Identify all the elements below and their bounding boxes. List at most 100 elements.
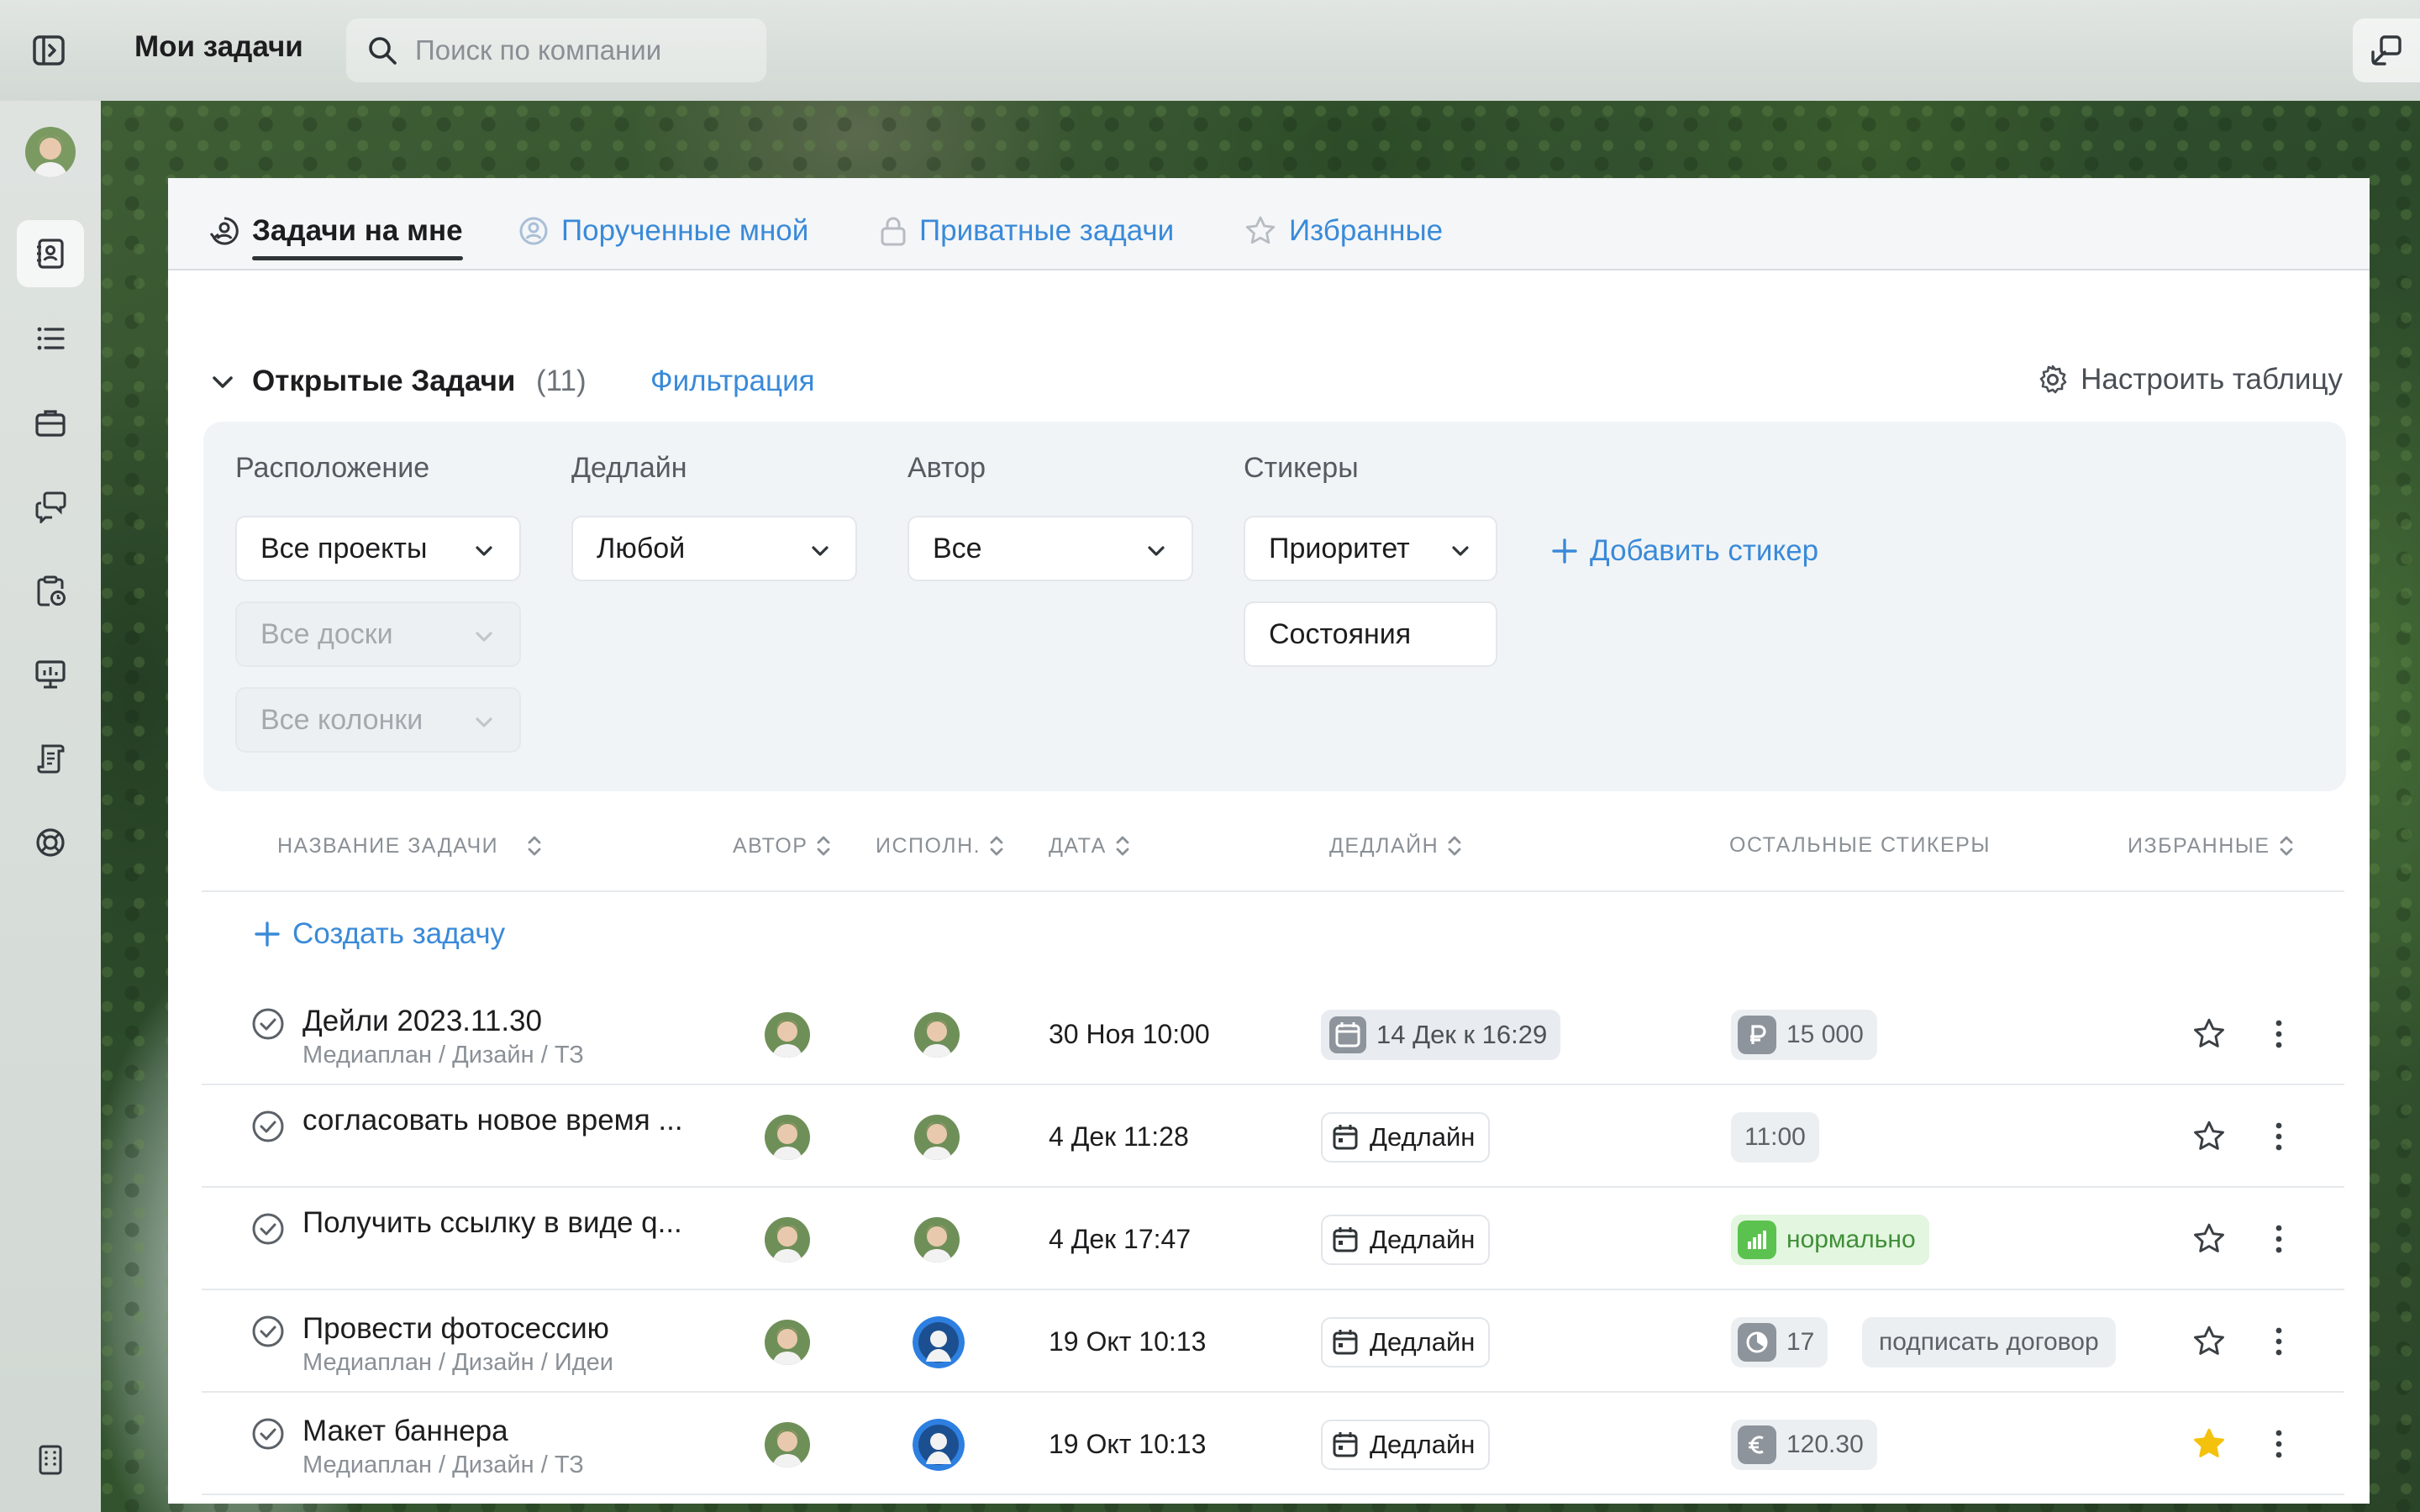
author-avatar[interactable]	[765, 1217, 810, 1263]
calendar-icon	[1333, 1330, 1358, 1355]
sticker-badge[interactable]: нормально	[1731, 1215, 1929, 1265]
task-title[interactable]: Макет баннера	[302, 1415, 508, 1448]
sticker-badge[interactable]: 15 000	[1731, 1010, 1877, 1060]
sidebar-toggle-icon[interactable]	[27, 29, 71, 72]
assignee-avatar[interactable]	[913, 1419, 965, 1471]
check-circle-icon[interactable]	[250, 1211, 286, 1247]
rail-item-chats[interactable]	[17, 473, 84, 540]
favorite-star-icon[interactable]	[2191, 1016, 2227, 1052]
column-header-name[interactable]: НАЗВАНИЕ ЗАДАЧИ	[277, 833, 544, 858]
deadline-badge[interactable]: Дедлайн	[1321, 1112, 1491, 1163]
assignee-avatar[interactable]	[914, 1115, 960, 1160]
task-title[interactable]: Дейли 2023.11.30	[302, 1005, 542, 1038]
more-options-icon[interactable]	[2270, 1016, 2287, 1052]
table-row[interactable]: Получить ссылку в виде q... 4 Дек 17:47 …	[202, 1188, 2344, 1290]
tab-favorites[interactable]: Избранные	[1244, 202, 1443, 260]
search-box[interactable]	[346, 18, 766, 82]
select-boards[interactable]: Все доски	[235, 601, 521, 667]
table-row[interactable]: Провести фотосессию Медиаплан / Дизайн /…	[202, 1290, 2344, 1393]
column-header-author[interactable]: АВТОР	[733, 833, 833, 858]
deadline-badge[interactable]: Дедлайн	[1321, 1317, 1491, 1368]
user-avatar[interactable]	[25, 127, 76, 177]
column-header-assignee[interactable]: ИСПОЛН.	[876, 833, 1006, 858]
column-header-date[interactable]: ДАТА	[1049, 833, 1132, 858]
table-header: НАЗВАНИЕ ЗАДАЧИ АВТОР ИСПОЛН. ДАТА ДЕДЛА…	[202, 800, 2344, 892]
column-header-label: ИСПОЛН.	[876, 833, 981, 858]
task-title[interactable]: Провести фотосессию	[302, 1312, 609, 1346]
rail-item-list[interactable]	[17, 305, 84, 372]
favorite-star-icon[interactable]	[2191, 1119, 2227, 1154]
more-options-icon[interactable]	[2270, 1221, 2287, 1257]
check-circle-icon[interactable]	[250, 1314, 286, 1349]
check-circle-icon[interactable]	[250, 1416, 286, 1452]
rail-item-support[interactable]	[17, 809, 84, 876]
signal-bars-icon	[1738, 1221, 1776, 1259]
add-sticker-button[interactable]: Добавить стикер	[1551, 534, 1818, 568]
sticker-badge[interactable]: подписать договор	[1862, 1317, 2116, 1368]
author-avatar[interactable]	[765, 1012, 810, 1058]
column-header-favorites[interactable]: ИЗБРАННЫЕ	[2128, 833, 2296, 858]
favorite-star-icon[interactable]	[2191, 1221, 2227, 1257]
assignee-avatar[interactable]	[913, 1316, 965, 1368]
more-options-icon[interactable]	[2270, 1324, 2287, 1359]
rail-item-projects[interactable]	[17, 389, 84, 456]
deadline-badge[interactable]: 14 Дек к 16:29	[1321, 1010, 1561, 1060]
author-avatar[interactable]	[765, 1320, 810, 1365]
rail-item-company[interactable]	[17, 1426, 84, 1494]
contacts-book-icon	[37, 239, 64, 269]
tab-private-tasks[interactable]: Приватные задачи	[879, 202, 1174, 260]
deadline-badge[interactable]: Дедлайн	[1321, 1215, 1491, 1265]
more-options-icon[interactable]	[2270, 1426, 2287, 1462]
search-input[interactable]	[415, 34, 751, 66]
assignee-avatar[interactable]	[914, 1217, 960, 1263]
tab-assigned-by-me[interactable]: Порученные мной	[518, 202, 808, 260]
assignee-avatar[interactable]	[914, 1012, 960, 1058]
select-author[interactable]: Все	[908, 516, 1193, 581]
task-title[interactable]: Получить ссылку в виде q...	[302, 1206, 682, 1240]
deadline-badge[interactable]: Дедлайн	[1321, 1420, 1491, 1470]
favorite-star-icon[interactable]	[2191, 1426, 2227, 1462]
task-title[interactable]: согласовать новое время ...	[302, 1104, 683, 1137]
configure-table-button[interactable]: Настроить таблицу	[2037, 363, 2343, 396]
rail-item-time[interactable]	[17, 557, 84, 624]
select-columns[interactable]: Все колонки	[235, 687, 521, 753]
star-icon	[1245, 216, 1276, 244]
select-value: Приоритет	[1269, 532, 1410, 564]
select-projects[interactable]: Все проекты	[235, 516, 521, 581]
page-title: Мои задачи	[134, 30, 303, 63]
table-row[interactable]: Макет баннера Медиаплан / Дизайн / ТЗ 19…	[202, 1393, 2344, 1495]
more-options-icon[interactable]	[2270, 1119, 2287, 1154]
task-date: 19 Окт 10:13	[1049, 1429, 1207, 1459]
favorite-star-icon[interactable]	[2191, 1324, 2227, 1359]
rail-item-docs[interactable]	[17, 725, 84, 792]
configure-table-label: Настроить таблицу	[2081, 363, 2343, 396]
author-avatar[interactable]	[765, 1422, 810, 1467]
open-window-button[interactable]	[2353, 18, 2420, 82]
table-row[interactable]: согласовать новое время ... 4 Дек 11:28 …	[202, 1085, 2344, 1188]
create-task-button[interactable]: Создать задачу	[254, 917, 505, 951]
select-sticker-states[interactable]: Состояния	[1244, 601, 1497, 667]
sticker-badge[interactable]: 17	[1731, 1317, 1828, 1368]
select-sticker-priority[interactable]: Приоритет	[1244, 516, 1497, 581]
author-avatar[interactable]	[765, 1115, 810, 1160]
lifebuoy-icon	[36, 828, 65, 857]
check-circle-icon[interactable]	[250, 1006, 286, 1042]
column-header-deadline[interactable]: ДЕДЛАЙН	[1329, 833, 1464, 858]
chevron-down-icon	[476, 717, 492, 727]
column-header-label: ИЗБРАННЫЕ	[2128, 833, 2270, 858]
rail-item-dashboard[interactable]	[17, 641, 84, 708]
rail-item-tasks[interactable]	[17, 220, 84, 287]
column-header-stickers: ОСТАЛЬНЫЕ СТИКЕРЫ	[1729, 833, 1991, 858]
left-rail	[0, 101, 101, 1512]
check-circle-icon[interactable]	[250, 1109, 286, 1144]
section-title: Открытые Задачи	[252, 365, 516, 397]
collapse-chevron-icon[interactable]	[208, 368, 237, 401]
select-deadline[interactable]: Любой	[571, 516, 857, 581]
filter-toggle-link[interactable]: Фильтрация	[650, 365, 815, 398]
section-header: Открытые Задачи (11) Фильтрация Настроит…	[208, 353, 2343, 412]
sticker-badge[interactable]: 120.30	[1731, 1420, 1877, 1470]
sticker-badge[interactable]: 11:00	[1731, 1112, 1819, 1163]
table-row[interactable]: Дейли 2023.11.30 Медиаплан / Дизайн / ТЗ…	[202, 983, 2344, 1085]
tab-assigned-to-me[interactable]: Задачи на мне	[208, 202, 463, 260]
filters-panel: Расположение Все проекты Все доски Все к…	[203, 422, 2346, 791]
